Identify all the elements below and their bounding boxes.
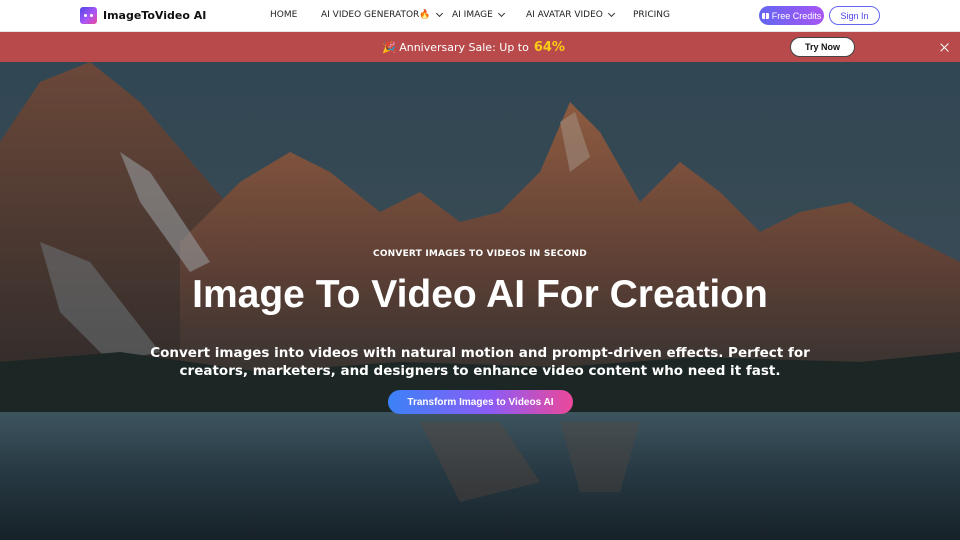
promo-percent: 64% xyxy=(533,40,565,55)
transform-images-button[interactable]: Transform Images to Videos AI xyxy=(388,390,573,414)
chevron-down-icon xyxy=(607,9,615,18)
nav-ai-video-generator-label: AI VIDEO GENERATOR🔥 xyxy=(321,10,431,20)
nav-ai-avatar-video[interactable]: AI AVATAR VIDEO xyxy=(526,9,615,20)
promo-text: 🎉 Anniversary Sale: Up to xyxy=(382,41,529,54)
nav-home[interactable]: HOME xyxy=(270,10,297,20)
promo-banner: 🎉 Anniversary Sale: Up to 64% Try Now xyxy=(0,32,960,62)
brand-logo-icon xyxy=(80,7,97,24)
free-credits-label: Free Credits xyxy=(771,10,822,21)
hero-subtitle: Convert images into videos with natural … xyxy=(150,345,810,379)
brand-link[interactable]: ImageToVideo AI xyxy=(80,7,206,24)
close-icon[interactable] xyxy=(939,42,950,53)
promo-message: 🎉 Anniversary Sale: Up to 64% xyxy=(382,40,565,55)
hero-title: Image To Video AI For Creation xyxy=(192,273,768,316)
brand-name: ImageToVideo AI xyxy=(103,9,207,22)
chevron-down-icon xyxy=(497,9,505,18)
nav-ai-image[interactable]: AI IMAGE xyxy=(452,9,505,20)
nav-home-label: HOME xyxy=(270,10,298,20)
nav-pricing[interactable]: PRICING xyxy=(633,10,670,20)
gift-icon xyxy=(761,13,769,19)
chevron-down-icon xyxy=(435,9,443,18)
nav-ai-image-label: AI IMAGE xyxy=(452,10,493,20)
top-nav-bar: ImageToVideo AI HOME AI VIDEO GENERATOR🔥… xyxy=(0,0,960,32)
hero-eyebrow: CONVERT IMAGES TO VIDEOS IN SECOND xyxy=(373,249,587,259)
free-credits-button[interactable]: Free Credits xyxy=(759,6,824,25)
nav-pricing-label: PRICING xyxy=(633,10,670,20)
nav-ai-avatar-video-label: AI AVATAR VIDEO xyxy=(526,10,603,20)
nav-ai-video-generator[interactable]: AI VIDEO GENERATOR🔥 xyxy=(321,9,443,20)
try-now-button[interactable]: Try Now xyxy=(790,37,855,57)
sign-in-button[interactable]: Sign In xyxy=(829,6,880,25)
hero-section: CONVERT IMAGES TO VIDEOS IN SECOND Image… xyxy=(0,62,960,540)
